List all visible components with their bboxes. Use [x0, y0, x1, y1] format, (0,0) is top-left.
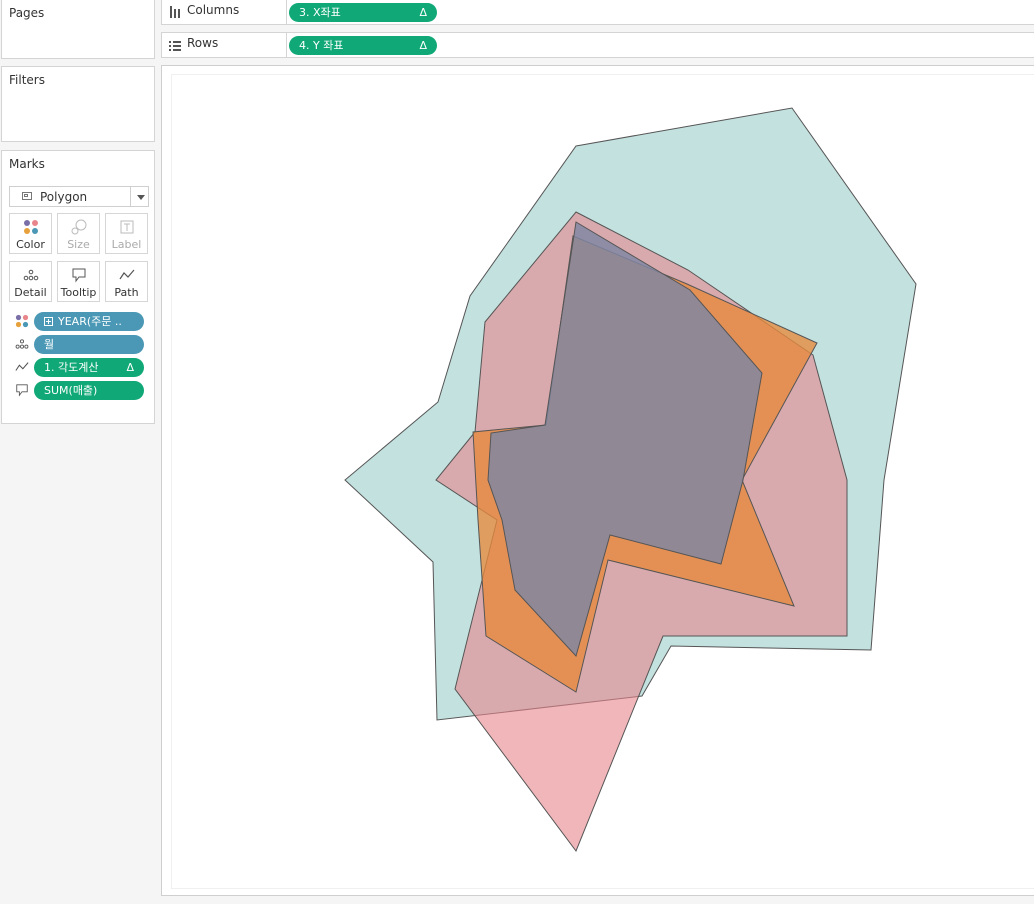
rows-shelf-divider: [286, 33, 287, 57]
path-icon: [119, 269, 135, 280]
label-icon: [120, 220, 134, 234]
rows-shelf[interactable]: Rows 4. Y 좌표 Δ: [161, 32, 1034, 58]
y-coord-pill[interactable]: 4. Y 좌표 Δ: [289, 36, 437, 55]
year-order-pill[interactable]: YEAR(주문 ..: [34, 312, 144, 331]
viz-inner-border: [171, 74, 1034, 889]
detail-button[interactable]: Detail: [9, 261, 52, 302]
angle-calc-pill-label: 1. 각도계산: [44, 361, 99, 374]
pages-card: Pages: [1, 0, 155, 59]
path-icon: [15, 362, 29, 371]
detail-button-label: Detail: [14, 286, 47, 299]
expand-plus-icon[interactable]: [44, 317, 53, 326]
path-button-label: Path: [114, 286, 139, 299]
tooltip-icon: [16, 384, 28, 397]
x-coord-pill-label: 3. X좌표: [299, 6, 341, 19]
chevron-down-icon[interactable]: [137, 195, 145, 200]
size-button-label: Size: [67, 238, 90, 251]
rows-shelf-label: Rows: [187, 36, 219, 50]
columns-shelf-label: Columns: [187, 3, 240, 17]
month-pill[interactable]: 월: [34, 335, 144, 354]
columns-icon: [170, 6, 180, 18]
x-coord-pill[interactable]: 3. X좌표 Δ: [289, 3, 437, 22]
rows-icon: [169, 41, 181, 51]
label-button-label: Label: [111, 238, 142, 251]
size-icon: [71, 219, 87, 235]
dropdown-divider: [130, 187, 131, 206]
y-coord-pill-label: 4. Y 좌표: [299, 39, 344, 52]
detail-dots-icon: [23, 269, 39, 281]
mark-type-dropdown[interactable]: Polygon: [9, 186, 149, 207]
marks-card: Marks Polygon Color Size Label Detail To…: [1, 150, 155, 424]
angle-calc-pill[interactable]: 1. 각도계산 Δ: [34, 358, 144, 377]
polygon-mark-icon: [22, 192, 32, 200]
delta-icon: Δ: [419, 6, 427, 19]
color-button[interactable]: Color: [9, 213, 52, 254]
color-dots-icon: [24, 220, 38, 234]
color-button-label: Color: [16, 238, 45, 251]
tooltip-icon: [72, 268, 86, 283]
size-button: Size: [57, 213, 100, 254]
detail-dots-icon: [15, 339, 29, 349]
color-dots-icon: [15, 314, 29, 328]
sum-sales-pill[interactable]: SUM(매출): [34, 381, 144, 400]
columns-shelf[interactable]: Columns 3. X좌표 Δ: [161, 0, 1034, 25]
tooltip-button-label: Tooltip: [60, 286, 97, 299]
path-button[interactable]: Path: [105, 261, 148, 302]
marks-card-title: Marks: [9, 157, 45, 171]
mark-type-label: Polygon: [40, 190, 88, 204]
filters-card-title: Filters: [9, 73, 45, 87]
columns-shelf-divider: [286, 0, 287, 24]
sum-sales-pill-label: SUM(매출): [44, 384, 98, 397]
viz-canvas[interactable]: [161, 65, 1034, 896]
month-pill-label: 월: [44, 338, 55, 351]
filters-card: Filters: [1, 66, 155, 142]
pages-card-title: Pages: [9, 6, 45, 20]
tooltip-button[interactable]: Tooltip: [57, 261, 100, 302]
delta-icon: Δ: [126, 361, 134, 374]
label-button: Label: [105, 213, 148, 254]
year-order-pill-label: YEAR(주문 ..: [58, 315, 122, 328]
delta-icon: Δ: [419, 39, 427, 52]
